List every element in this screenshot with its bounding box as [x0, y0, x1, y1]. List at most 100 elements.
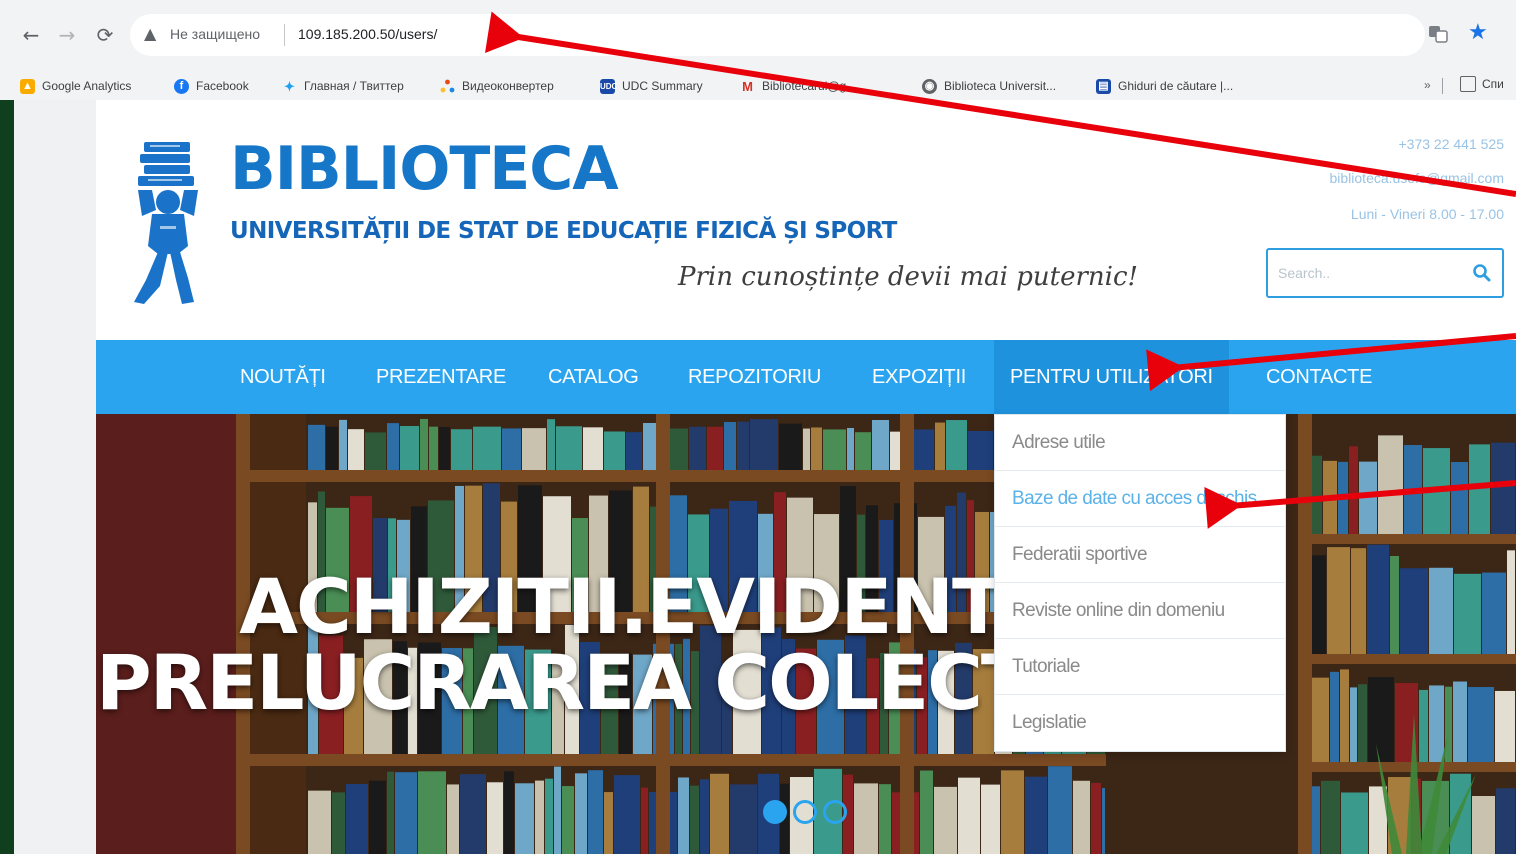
book-spine: [823, 429, 846, 470]
book-spine: [583, 427, 603, 470]
book-spine: [614, 775, 640, 854]
book-spine: [946, 420, 967, 470]
search-input[interactable]: [1278, 262, 1458, 284]
address-bar[interactable]: ▲ Не защищено 109.185.200.50/users/: [130, 14, 1425, 56]
url-text[interactable]: 109.185.200.50/users/: [298, 26, 437, 42]
menu-item-tutoriale[interactable]: Tutoriale: [995, 639, 1285, 695]
folder-icon: [1460, 76, 1476, 92]
book-spine: [1445, 686, 1452, 762]
book-spine: [689, 426, 706, 470]
book-spine: [1482, 572, 1506, 654]
other-bookmarks[interactable]: Спи: [1460, 76, 1504, 92]
bookmark-twitter[interactable]: ✦ Главная / Твиттер: [282, 76, 404, 96]
book-spine: [535, 780, 544, 854]
book-spine: [737, 421, 749, 470]
menu-item-federatii-sportive[interactable]: Federatii sportive: [995, 527, 1285, 583]
book-spine: [1491, 442, 1515, 534]
back-icon[interactable]: ←: [18, 22, 44, 48]
book-spine: [803, 428, 810, 470]
book-spine: [678, 777, 689, 854]
slider-dot-3[interactable]: [823, 800, 847, 824]
atlas-logo-icon[interactable]: [130, 140, 206, 308]
book-spine: [1001, 770, 1024, 854]
other-bookmarks-label: Спи: [1482, 77, 1504, 91]
site-title[interactable]: BIBLIOTECA: [230, 134, 619, 204]
search-icon[interactable]: [1472, 263, 1492, 283]
book-spine: [554, 766, 561, 854]
bookmark-google-analytics[interactable]: ▲ Google Analytics: [20, 76, 131, 96]
bookmark-label: Facebook: [196, 79, 249, 93]
book-spine: [847, 427, 854, 470]
book-spine: [854, 783, 878, 854]
slider-dot-2[interactable]: [793, 800, 817, 824]
book-spine: [1468, 687, 1494, 762]
more-bookmarks-icon[interactable]: »: [1424, 78, 1431, 92]
bookmark-label: Bibliotecarul@g...: [762, 79, 857, 93]
nav-pentru-utilizatori[interactable]: PENTRU UTILIZATORI: [994, 340, 1229, 414]
bookmark-label: Видеоконвертер: [462, 79, 554, 93]
warning-icon[interactable]: ▲: [144, 24, 156, 43]
nav-expozitii[interactable]: EXPOZIȚII: [872, 340, 966, 414]
book-spine: [1451, 462, 1468, 534]
book-spine: [1472, 795, 1495, 854]
book-spine: [387, 423, 399, 470]
book-spine: [1048, 766, 1072, 854]
book-spine: [1312, 555, 1326, 654]
bookmark-facebook[interactable]: f Facebook: [174, 76, 249, 96]
users-dropdown-menu: Adrese utile Baze de date cu acces desch…: [994, 414, 1286, 752]
book-spine: [750, 419, 778, 470]
nav-noutati[interactable]: NOUTĂȚI: [240, 340, 326, 414]
nav-catalog[interactable]: CATALOG: [548, 340, 639, 414]
book-spine: [1429, 685, 1444, 762]
reload-icon[interactable]: ⟳: [92, 22, 118, 48]
book-spine: [1312, 677, 1329, 762]
book-spine: [1338, 461, 1348, 534]
video-icon: [440, 79, 455, 94]
forward-icon[interactable]: →: [54, 22, 80, 48]
book-spine: [700, 779, 709, 854]
book-spine: [575, 773, 587, 854]
book-spine: [1496, 788, 1515, 854]
book-spine: [1358, 684, 1367, 762]
book-spine: [369, 780, 386, 854]
bookmark-gmail[interactable]: M Bibliotecarul@g...: [740, 76, 856, 96]
book-spine: [934, 786, 957, 854]
book-spine: [935, 422, 945, 470]
book-spine: [447, 784, 459, 854]
book-spine: [1378, 435, 1403, 534]
book-spine: [547, 419, 555, 470]
menu-item-baze-de-date[interactable]: Baze de date cu acces deschis: [995, 471, 1285, 527]
book-spine: [1330, 671, 1339, 762]
contact-email[interactable]: biblioteca.usefs@gmail.com: [1329, 170, 1504, 186]
book-spine: [1321, 780, 1340, 854]
page-viewport: BIBLIOTECA UNIVERSITĂȚII DE STAT DE EDUC…: [14, 100, 1516, 854]
bookmark-ghiduri[interactable]: ▤ Ghiduri de căutare |...: [1096, 76, 1233, 96]
bookmark-label: Главная / Твиттер: [304, 79, 404, 93]
bookmark-star-icon[interactable]: ★: [1468, 20, 1488, 45]
bookmark-biblioteca[interactable]: ◉ Biblioteca Universit...: [922, 76, 1056, 96]
translate-icon[interactable]: [1428, 24, 1448, 44]
book-spine: [1453, 681, 1467, 762]
bookmark-label: Google Analytics: [42, 79, 132, 93]
bookmark-video-converter[interactable]: Видеоконвертер: [440, 76, 554, 96]
site-header: BIBLIOTECA UNIVERSITĂȚII DE STAT DE EDUC…: [96, 100, 1516, 340]
bookmark-udc-summary[interactable]: UDC UDC Summary: [600, 76, 703, 96]
security-label[interactable]: Не защищено: [170, 26, 260, 42]
browser-chrome: ← → ⟳ ▲ Не защищено 109.185.200.50/users…: [0, 0, 1516, 100]
book-spine: [1507, 550, 1515, 654]
slider-dot-1[interactable]: [763, 800, 787, 824]
book-spine: [1404, 445, 1422, 534]
book-spine: [1454, 573, 1481, 654]
menu-item-legislatie[interactable]: Legislatie: [995, 695, 1285, 751]
book-spine: [326, 426, 338, 470]
nav-contacte[interactable]: CONTACTE: [1266, 340, 1372, 414]
book-spine: [308, 790, 331, 854]
book-spine: [1340, 669, 1349, 762]
menu-item-adrese-utile[interactable]: Adrese utile: [995, 415, 1285, 471]
globe-icon: ◉: [922, 78, 937, 94]
bookmark-label: Ghiduri de căutare |...: [1118, 79, 1234, 93]
menu-item-reviste-online[interactable]: Reviste online din domeniu: [995, 583, 1285, 639]
nav-repozitoriu[interactable]: REPOZITORIU: [688, 340, 821, 414]
book-spine: [1349, 446, 1358, 534]
nav-prezentare[interactable]: PREZENTARE: [376, 340, 506, 414]
